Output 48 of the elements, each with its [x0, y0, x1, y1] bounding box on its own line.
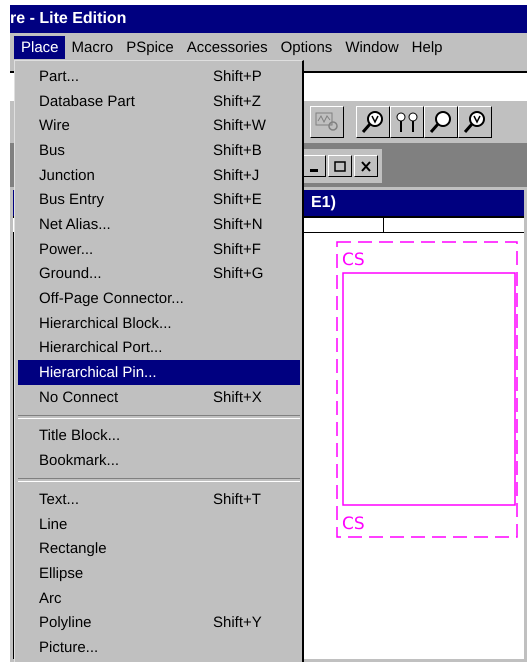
toolbar-button[interactable] — [458, 106, 492, 138]
menu-item[interactable]: Part... Shift+P — [18, 64, 300, 89]
maximize-icon — [334, 160, 346, 172]
differential-probe-icon — [394, 110, 420, 134]
probe-icon — [429, 110, 453, 134]
menu-item[interactable]: Bus Entry Shift+E — [18, 187, 300, 212]
menu-bar-item[interactable]: Place — [14, 36, 65, 58]
menu-item[interactable]: Hierarchical Block... — [18, 310, 300, 336]
menu-item[interactable]: Title Block... — [18, 424, 300, 448]
probe-icon — [463, 110, 487, 134]
menu-item[interactable]: Hierarchical Pin... — [18, 360, 300, 385]
menu-bar-item[interactable]: PSpice — [119, 36, 180, 58]
menu-item[interactable]: Database Part Shift+Z — [18, 88, 300, 114]
maximize-button[interactable] — [328, 155, 352, 177]
menu-item[interactable]: Off-Page Connector... — [18, 286, 300, 311]
menu-item[interactable]: Text... Shift+T — [18, 487, 300, 512]
minimize-icon — [310, 168, 318, 172]
menu-item[interactable]: Bookmark... — [18, 448, 300, 473]
close-icon — [360, 160, 372, 172]
waveform-icon — [314, 111, 340, 133]
menu-item[interactable]: Ground... Shift+G — [18, 262, 300, 286]
menu-bar-item[interactable]: Macro — [64, 36, 120, 58]
close-button[interactable] — [354, 155, 378, 177]
menu-item[interactable]: Power... Shift+F — [18, 236, 300, 262]
toolbar-button[interactable] — [424, 106, 458, 138]
menu-item[interactable]: Junction Shift+J — [18, 162, 300, 188]
window-title: re - Lite Edition — [10, 5, 527, 33]
menu-item[interactable]: Rectangle — [18, 536, 300, 562]
menu-item[interactable]: Hierarchical Port... — [18, 336, 300, 360]
menu-bar-item[interactable]: Window — [338, 36, 405, 58]
toolbar-button[interactable] — [390, 106, 424, 138]
menu-item[interactable]: Picture... — [18, 635, 300, 660]
menu-bar-item[interactable]: Accessories — [180, 36, 274, 58]
menu-item[interactable]: Polyline Shift+Y — [18, 610, 300, 636]
toolbar-button[interactable] — [310, 106, 344, 138]
menu-item[interactable]: Wire Shift+W — [18, 113, 300, 138]
menu-item[interactable]: Ellipse — [18, 561, 300, 586]
frame-label: CS — [342, 250, 365, 270]
minimize-button[interactable] — [302, 155, 326, 177]
frame-label: CS — [342, 514, 365, 534]
menu-item[interactable]: Arc — [18, 586, 300, 610]
menu-item[interactable]: Bus Shift+B — [18, 138, 300, 163]
menu-item[interactable]: No Connect Shift+X — [18, 384, 300, 410]
probe-icon — [361, 110, 385, 134]
menu-bar-item[interactable]: Help — [404, 36, 449, 58]
menu-item[interactable]: Line — [18, 512, 300, 536]
toolbar-button[interactable] — [356, 106, 390, 138]
menu-bar-item[interactable]: Options — [274, 36, 338, 58]
